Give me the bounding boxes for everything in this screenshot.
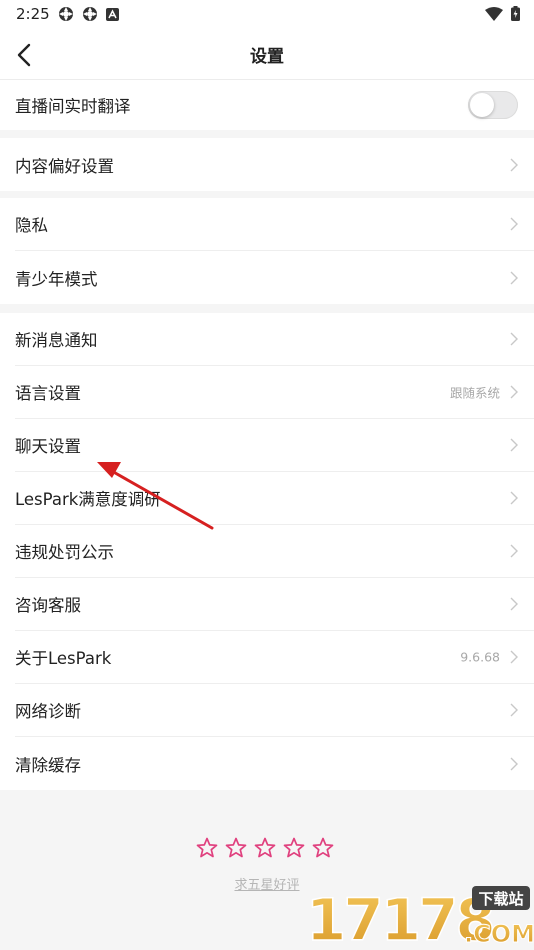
wifi-icon [485, 6, 503, 21]
settings-row-label: 网络诊断 [15, 702, 81, 721]
chevron-right-icon [510, 158, 518, 171]
settings-row-language[interactable]: 语言设置 跟随系统 [15, 366, 534, 419]
chevron-right-icon [510, 544, 518, 558]
settings-row-label: 清除缓存 [15, 755, 81, 775]
settings-group-translation: 直播间实时翻译 [0, 80, 534, 130]
settings-row-label: 违规处罚公示 [15, 543, 114, 562]
settings-row-label: 语言设置 [15, 384, 81, 403]
toggle-knob [470, 93, 494, 117]
status-time: 2:25 [16, 5, 50, 23]
rating-stars[interactable] [195, 836, 335, 860]
settings-row-privacy[interactable]: 隐私 [15, 198, 534, 251]
settings-row-live-translation[interactable]: 直播间实时翻译 [15, 80, 534, 130]
chevron-right-icon [510, 271, 518, 284]
settings-row-content-preferences[interactable]: 内容偏好设置 [15, 138, 534, 191]
settings-row-label: 隐私 [15, 216, 48, 235]
watermark-domain: .COM [464, 920, 534, 948]
status-system-icons [485, 6, 520, 21]
watermark-tag: 下载站 [478, 890, 523, 908]
app-notification-icon [83, 7, 97, 21]
settings-row-label: 新消息通知 [15, 331, 98, 350]
settings-group-general: 新消息通知 语言设置 跟随系统 聊天设置 LesPark满意度调研 违规处罚公示… [0, 313, 534, 790]
chevron-right-icon [510, 597, 518, 611]
language-value: 跟随系统 [449, 385, 500, 401]
settings-row-label: LesPark满意度调研 [15, 490, 161, 509]
settings-group-content: 内容偏好设置 [0, 138, 534, 191]
settings-row-survey[interactable]: LesPark满意度调研 [15, 472, 534, 525]
watermark-logo: 17178 下载站 .COM [305, 885, 534, 950]
settings-row-about[interactable]: 关于LesPark 9.6.68 [15, 631, 534, 684]
settings-row-label: 聊天设置 [15, 437, 81, 456]
accessibility-notification-icon [106, 7, 119, 21]
chevron-right-icon [510, 385, 518, 399]
settings-row-customer-service[interactable]: 咨询客服 [15, 578, 534, 631]
settings-row-label: 关于LesPark [15, 649, 112, 668]
app-notification-icon [59, 7, 73, 21]
settings-row-label: 咨询客服 [15, 596, 81, 615]
star-outline-icon[interactable] [311, 836, 335, 860]
chevron-right-icon [510, 438, 518, 452]
star-outline-icon[interactable] [253, 836, 277, 860]
navigation-bar: 设置 [0, 28, 534, 80]
settings-row-teen-mode[interactable]: 青少年模式 [15, 251, 534, 304]
battery-icon [511, 6, 520, 21]
star-outline-icon[interactable] [195, 836, 219, 860]
chevron-right-icon [510, 217, 518, 231]
settings-row-network-diagnosis[interactable]: 网络诊断 [15, 684, 534, 737]
settings-row-violations[interactable]: 违规处罚公示 [15, 525, 534, 578]
version-value: 9.6.68 [460, 649, 500, 665]
page-title: 设置 [250, 47, 284, 67]
star-outline-icon[interactable] [224, 836, 248, 860]
chevron-right-icon [510, 332, 518, 346]
status-bar: 2:25 [0, 0, 534, 28]
settings-group-privacy: 隐私 青少年模式 [0, 198, 534, 304]
settings-row-label: 内容偏好设置 [15, 156, 114, 176]
settings-row-label: 直播间实时翻译 [15, 97, 131, 116]
live-translation-toggle[interactable] [468, 91, 518, 119]
status-notification-icons [58, 6, 119, 22]
chevron-right-icon [510, 650, 518, 664]
settings-row-label: 青少年模式 [15, 269, 98, 289]
star-outline-icon[interactable] [282, 836, 306, 860]
settings-row-notifications[interactable]: 新消息通知 [15, 313, 534, 366]
settings-row-clear-cache[interactable]: 清除缓存 [15, 737, 534, 790]
chevron-right-icon [510, 703, 518, 717]
settings-row-chat[interactable]: 聊天设置 [15, 419, 534, 472]
chevron-right-icon [510, 757, 518, 770]
chevron-right-icon [510, 491, 518, 505]
